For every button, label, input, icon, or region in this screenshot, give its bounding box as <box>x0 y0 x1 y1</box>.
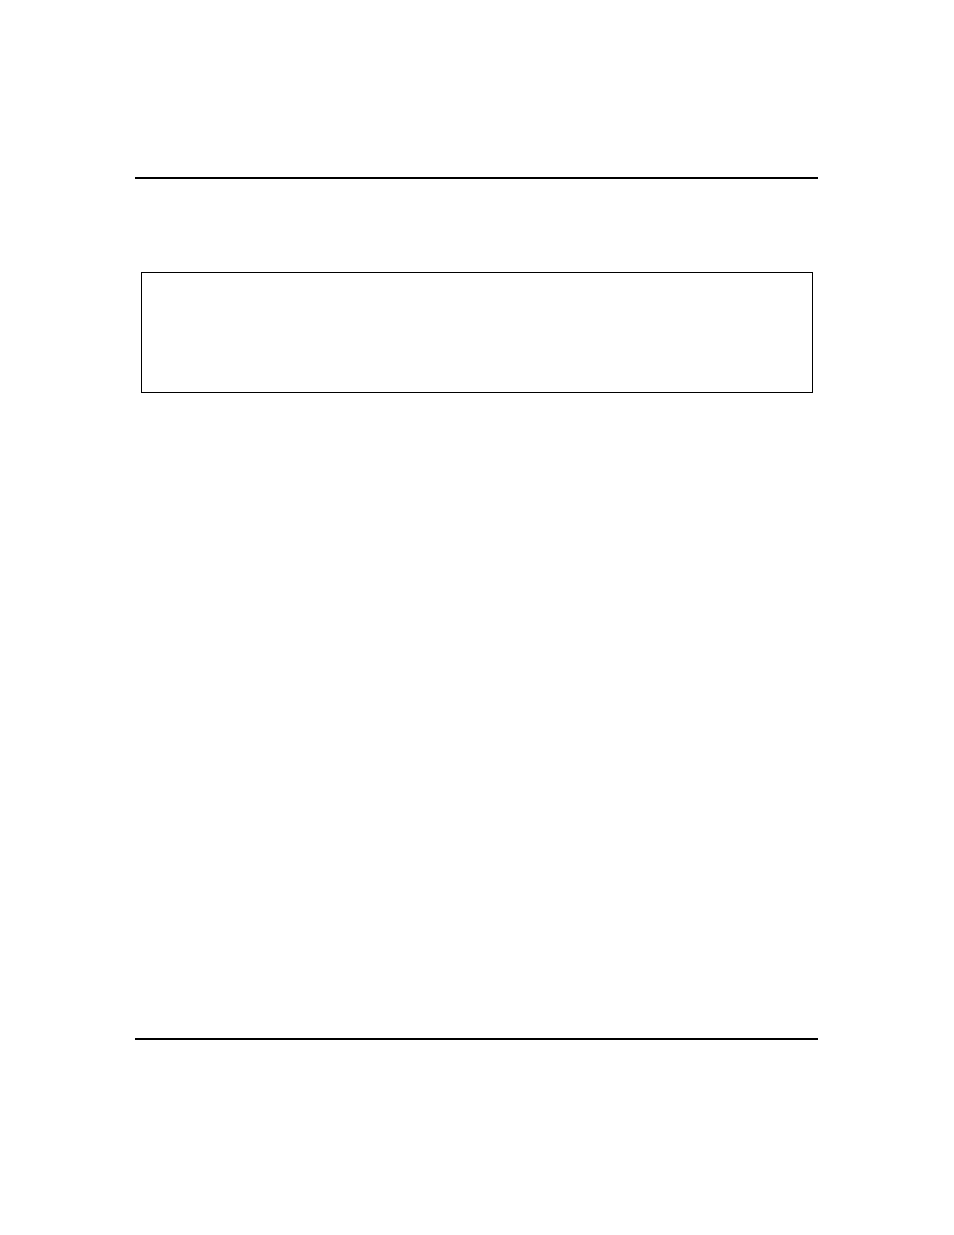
horizontal-rule-top <box>135 177 818 179</box>
horizontal-rule-bottom <box>135 1038 818 1040</box>
framed-box <box>141 272 813 393</box>
